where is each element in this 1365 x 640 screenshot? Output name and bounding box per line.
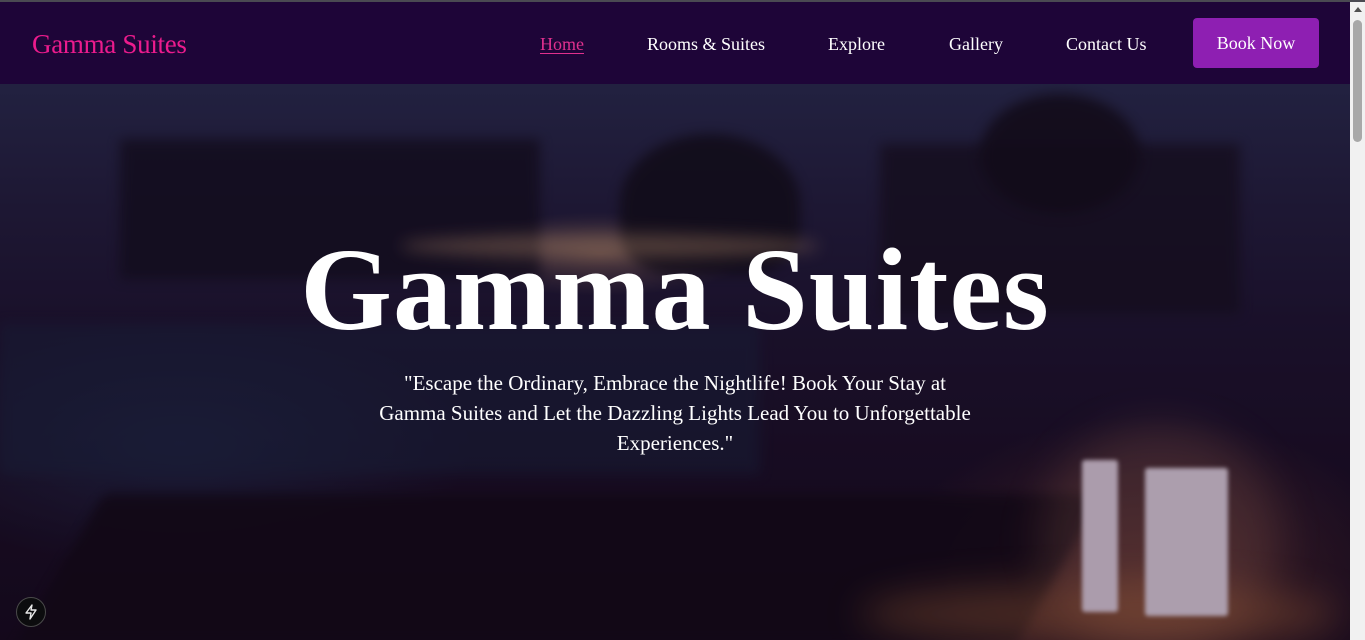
vertical-scrollbar[interactable] <box>1350 2 1365 640</box>
hero-dark-overlay <box>0 84 1350 640</box>
nav-link-explore[interactable]: Explore <box>828 33 885 55</box>
lightning-bolt-icon <box>25 604 37 620</box>
nav-link-contact-us[interactable]: Contact Us <box>1066 33 1147 55</box>
brand-logo[interactable]: Gamma Suites <box>32 29 187 59</box>
hero-tagline: "Escape the Ordinary, Embrace the Nightl… <box>379 371 971 455</box>
book-now-button[interactable]: Book Now <box>1193 18 1319 68</box>
navbar: Gamma Suites Home Rooms & Suites Explore… <box>0 2 1350 84</box>
dev-indicator-button[interactable] <box>16 597 46 627</box>
nav-link-rooms-suites[interactable]: Rooms & Suites <box>647 33 765 55</box>
hero-section: Gamma Suites "Escape the Ordinary, Embra… <box>0 84 1350 640</box>
scrollbar-thumb[interactable] <box>1353 20 1362 142</box>
hero-title: Gamma Suites <box>300 224 1050 355</box>
nav-link-home[interactable]: Home <box>540 33 584 55</box>
scroll-up-arrow-icon[interactable] <box>1354 7 1362 12</box>
nav-link-gallery[interactable]: Gallery <box>949 33 1003 55</box>
window-top-edge <box>0 0 1365 2</box>
